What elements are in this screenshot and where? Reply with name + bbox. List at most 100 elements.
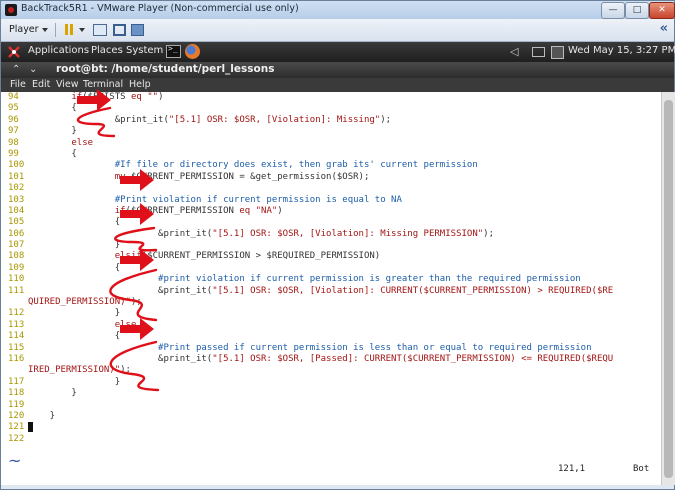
menu-view[interactable]: View [56,79,79,90]
line-number: 114 [8,331,25,342]
volume-icon[interactable]: ◁ [510,45,518,58]
terminal-launcher-icon[interactable] [166,44,181,58]
code-token: } [28,308,121,319]
menu-edit[interactable]: Edit [32,79,50,90]
code-line: 99 { [1,149,661,160]
unity-icon[interactable] [131,24,144,36]
line-number: 118 [8,388,25,399]
code-token: &print_it( [28,285,213,296]
backtrack-logo-icon[interactable] [7,45,21,59]
line-source: IRED_PERMISSION)"); [28,365,131,376]
code-token: &print_it( [114,114,169,125]
mail-icon[interactable] [532,47,545,57]
code-line: QUIRED_PERMISSION)"); [1,297,661,308]
code-line: 98 else [1,138,661,149]
line-source: { [28,217,120,228]
maximize-button[interactable]: □ [625,2,649,19]
code-token: my [114,171,126,182]
code-token: ($CURRENT_PERMISSION > $REQUIRED_PERMISS… [141,251,381,262]
vim-cursor-position: 121,1 [558,464,586,474]
line-number: 119 [8,399,25,410]
panel-clock[interactable]: Wed May 15, 3:27 PM [568,45,675,56]
code-token: } [28,240,121,251]
line-source: { [28,103,76,114]
terminal-scrollbar[interactable] [661,92,675,485]
code-token: ($EXISTS [82,92,131,102]
code-line: 100 #If file or directory does exist, th… [1,160,661,171]
line-source: &print_it("[5.1] OSR: $OSR, [Passed]: CU… [28,354,613,365]
player-menu-chevron-down-icon[interactable] [42,28,48,32]
line-number: 103 [8,194,25,205]
code-token: { [28,262,121,273]
line-number: 117 [8,376,25,387]
line-source: { [28,263,120,274]
code-token: } [28,376,121,387]
code-line: 116 &print_it("[5.1] OSR: $OSR, [Passed]… [1,354,661,365]
code-line: 114 { [1,331,661,342]
code-line: 96 &print_it("[5.1] OSR: $OSR, [Violatio… [1,115,661,126]
menu-help[interactable]: Help [129,79,151,90]
code-token: $CURRENT_PERMISSION = &get_permission($O… [125,171,370,182]
code-line: 118 } [1,388,661,399]
window-title-bar[interactable]: BackTrack5R1 - VMware Player (Non-commer… [1,1,675,19]
code-token: #Print passed if current permission is l… [158,342,592,353]
line-number: 105 [8,217,25,228]
collapse-toolbar-icon[interactable]: « [660,21,668,36]
line-source: } [28,308,120,319]
network-icon[interactable] [551,46,564,59]
line-number: 102 [8,183,25,194]
code-line: 112 } [1,308,661,319]
minimize-button[interactable]: — [601,2,625,19]
places-menu[interactable]: Places [91,45,123,56]
code-token: elsif [114,251,142,262]
menu-file[interactable]: File [10,79,26,90]
window-title: BackTrack5R1 - VMware Player (Non-commer… [21,3,299,14]
code-line: 110 #print violation if current permissi… [1,274,661,285]
code-token: } [28,126,77,137]
fullscreen-icon[interactable] [113,24,126,36]
pause-chevron-down-icon[interactable] [79,28,85,32]
code-line: 120 } [1,411,661,422]
scrollbar-thumb[interactable] [664,100,673,478]
chevron-down-icon[interactable]: ⌄ [29,64,37,75]
pause-icon[interactable] [63,23,76,36]
player-menu[interactable]: Player [9,24,39,35]
system-menu[interactable]: System [126,45,163,56]
code-line: 117 } [1,377,661,388]
text-cursor [28,422,33,433]
code-line: 122 [1,434,661,445]
code-token: "[5.1] OSR: $OSR, [Violation]: CURRENT($… [212,285,614,296]
close-button[interactable]: ✕ [649,2,675,19]
code-token: "NA" [250,205,278,216]
menu-terminal[interactable]: Terminal [83,79,123,90]
applications-menu[interactable]: Applications [28,45,89,56]
chevron-up-icon[interactable]: ⌃ [12,64,20,75]
terminal-text-area[interactable]: 94 if($EXISTS eq "") 95 {96 &print_it("[5… [1,92,661,485]
line-source: } [28,377,120,388]
code-token: eq [130,92,142,102]
line-source: my $CURRENT_PERMISSION = &get_permission… [28,171,370,183]
terminal-menu-bar: File Edit View Terminal Help [1,78,674,92]
terminal-title-bar[interactable]: ⌃ ⌄ root@bt: /home/student/perl_lessons [1,62,674,78]
code-line: 103 #Print violation if current permissi… [1,195,661,206]
firefox-launcher-icon[interactable] [185,44,200,59]
code-token: else [114,319,137,330]
line-source: #If file or directory does exist, then g… [28,160,478,171]
code-token: IRED_PERMISSION)" [28,365,121,376]
code-line: 108 elsif($CURRENT_PERMISSION > $REQUIRE… [1,251,661,262]
gnome-top-panel: Applications Places System ◁ Wed May 15,… [1,42,675,62]
code-line: 102 [1,183,661,194]
code-token: { [28,217,121,228]
code-line: 104 if($CURRENT_PERMISSION eq "NA") [1,206,661,217]
vm-settings-icon[interactable] [93,24,107,36]
code-token: QUIRED_PERMISSION)" [28,297,131,308]
line-source: elsif($CURRENT_PERMISSION > $REQUIRED_PE… [28,251,381,262]
code-token: #Print violation if current permission i… [114,194,402,205]
vim-scroll-indicator: Bot [633,464,650,474]
